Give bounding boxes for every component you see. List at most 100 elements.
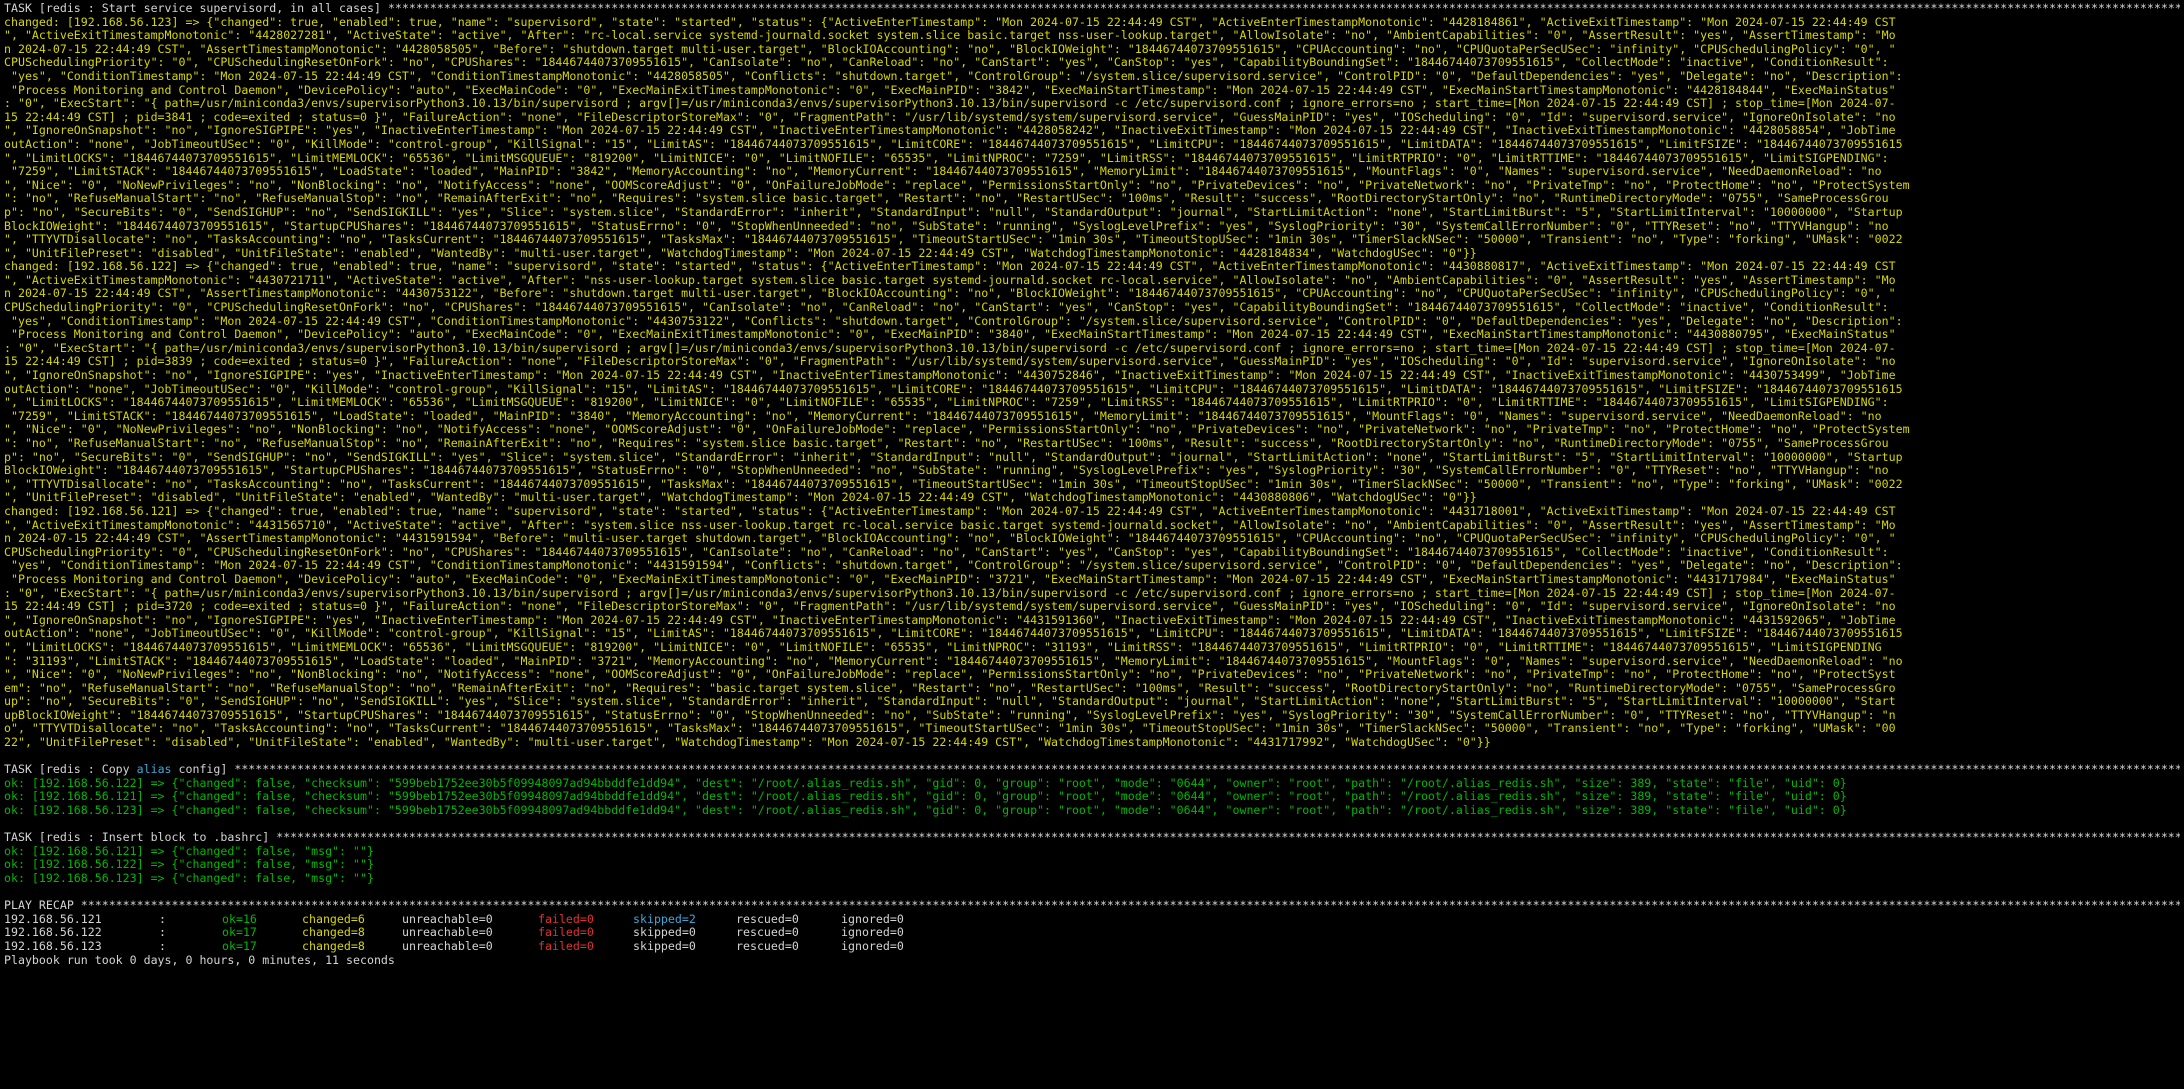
- changed-output-line: ", "ActiveExitTimestampMonotonic": "4430…: [4, 273, 1896, 287]
- task-header-prefix: TASK [redis : Copy: [4, 763, 137, 777]
- task-start-supervisord-output: changed: [192.168.56.123] => {"changed":…: [4, 16, 2180, 750]
- changed-output-line: n 2024-07-15 22:44:49 CST", "AssertTimes…: [4, 287, 1896, 301]
- changed-output-line: "yes", "ConditionTimestamp": "Mon 2024-0…: [4, 559, 1903, 573]
- recap-separator: :: [159, 926, 173, 940]
- changed-output-line: ", "IgnoreOnSnapshot": "no", "IgnoreSIGP…: [4, 613, 1896, 627]
- changed-output-line: 22", "UnitFilePreset": "disabled", "Unit…: [4, 736, 1491, 750]
- changed-output-line: ", "Nice": "0", "NoNewPrivileges": "no",…: [4, 668, 1896, 682]
- recap-host: 192.168.56.122:: [4, 926, 222, 940]
- recap-ok-count: ok=17: [222, 926, 257, 940]
- changed-output-line: upBlockIOWeight": "18446744073709551615"…: [4, 708, 1896, 722]
- changed-output-line: ", "UnitFilePreset": "disabled", "UnitFi…: [4, 491, 1477, 505]
- changed-output-line: : "0", "ExecStart": "{ path=/usr/minicon…: [4, 586, 1896, 600]
- changed-output-line: 15 22:44:49 CST] ; pid=3841 ; code=exite…: [4, 110, 1896, 124]
- changed-output-line: outAction": "none", "JobTimeoutUSec": "0…: [4, 627, 1903, 641]
- changed-output-line: ", "LimitLOCKS": "18446744073709551615",…: [4, 396, 1889, 410]
- changed-output-line: ", "UnitFilePreset": "disabled", "UnitFi…: [4, 246, 1477, 260]
- changed-output-line: ": "31193", "LimitSTACK": "1844674407370…: [4, 654, 1903, 668]
- changed-output-line: BlockIOWeight": "18446744073709551615", …: [4, 219, 1889, 233]
- changed-output-line: n 2024-07-15 22:44:49 CST", "AssertTimes…: [4, 532, 1896, 546]
- task-insert-block-output: ok: [192.168.56.121] => {"changed": fals…: [4, 845, 2180, 886]
- changed-output-line: "Process Monitoring and Control Daemon",…: [4, 328, 1896, 342]
- recap-unreachable-count: unreachable=0: [402, 939, 493, 953]
- changed-output-line: ": "no", "RefuseManualStart": "no", "Ref…: [4, 192, 1889, 206]
- changed-output-line: up": "no", "SecureBits": "0", "SendSIGHU…: [4, 695, 1896, 709]
- recap-rescued-count: rescued=0: [736, 926, 799, 940]
- recap-host-text: 192.168.56.121: [4, 912, 102, 926]
- recap-separator: :: [159, 939, 173, 953]
- changed-output-line: ", "ActiveExitTimestampMonotonic": "4431…: [4, 518, 1896, 532]
- recap-ignored-count: ignored=0: [841, 912, 904, 926]
- recap-failed-count: failed=0: [538, 912, 594, 926]
- changed-output-line: n 2024-07-15 22:44:49 CST", "AssertTimes…: [4, 42, 1896, 56]
- changed-output-line: 15 22:44:49 CST] ; pid=3720 ; code=exite…: [4, 600, 1896, 614]
- recap-host: 192.168.56.121:: [4, 913, 222, 927]
- changed-output-line: "Process Monitoring and Control Daemon",…: [4, 83, 1896, 97]
- changed-output-line: ", "IgnoreOnSnapshot": "no", "IgnoreSIGP…: [4, 124, 1896, 138]
- changed-output-line: ", "LimitLOCKS": "18446744073709551615",…: [4, 640, 1882, 654]
- recap-rescued-count: rescued=0: [736, 939, 799, 953]
- task-copy-alias-output: ok: [192.168.56.122] => {"changed": fals…: [4, 777, 2180, 818]
- changed-output-line: "yes", "ConditionTimestamp": "Mon 2024-0…: [4, 69, 1903, 83]
- play-recap-header: PLAY RECAP *****************************…: [4, 899, 2180, 913]
- ok-output-line: ok: [192.168.56.123] => {"changed": fals…: [4, 804, 1847, 818]
- recap-separator: :: [159, 912, 173, 926]
- changed-output-line: CPUSchedulingPriority": "0", "CPUSchedul…: [4, 56, 1889, 70]
- changed-output-line: p": "no", "SecureBits": "0", "SendSIGHUP…: [4, 450, 1903, 464]
- recap-row: 192.168.56.121: ok=16 changed=6 unreachabl…: [4, 913, 2180, 927]
- recap-host: 192.168.56.123:: [4, 940, 222, 954]
- ok-output-line: ok: [192.168.56.123] => {"changed": fals…: [4, 872, 374, 885]
- ok-output-line: ok: [192.168.56.122] => {"changed": fals…: [4, 858, 374, 872]
- recap-skipped-count: skipped=0: [633, 939, 696, 953]
- recap-rescued-count: rescued=0: [736, 912, 799, 926]
- terminal-output[interactable]: TASK [redis : Start service supervisord,…: [0, 0, 2184, 1089]
- changed-output-line: CPUSchedulingPriority": "0", "CPUSchedul…: [4, 545, 1889, 559]
- changed-output-line: ", "IgnoreOnSnapshot": "no", "IgnoreSIGP…: [4, 369, 1896, 383]
- ok-output-line: ok: [192.168.56.121] => {"changed": fals…: [4, 844, 374, 858]
- changed-output-line: changed: [192.168.56.121] => {"changed":…: [4, 504, 1896, 518]
- ok-output-line: ok: [192.168.56.121] => {"changed": fals…: [4, 790, 1847, 804]
- changed-output-line: CPUSchedulingPriority": "0", "CPUSchedul…: [4, 301, 1889, 315]
- task-header-insert-block: TASK [redis : Insert block to .bashrc] *…: [4, 831, 2180, 845]
- changed-output-line: ", "Nice": "0", "NoNewPrivileges": "no",…: [4, 178, 1910, 192]
- changed-output-line: p": "no", "SecureBits": "0", "SendSIGHUP…: [4, 205, 1903, 219]
- changed-output-line: "7259", "LimitSTACK": "18446744073709551…: [4, 165, 1882, 179]
- recap-changed-count: changed=8: [302, 939, 365, 953]
- changed-output-line: ", "ActiveExitTimestampMonotonic": "4428…: [4, 29, 1896, 43]
- recap-host-text: 192.168.56.123: [4, 939, 102, 953]
- recap-row: 192.168.56.123: ok=17 changed=8 unreachabl…: [4, 940, 2180, 954]
- recap-ok-count: ok=17: [222, 939, 257, 953]
- playbook-runtime-footer: Playbook run took 0 days, 0 hours, 0 min…: [4, 953, 395, 967]
- changed-output-line: outAction": "none", "JobTimeoutUSec": "0…: [4, 137, 1903, 151]
- task-header-suffix: config] ********************************…: [171, 763, 2181, 777]
- recap-ignored-count: ignored=0: [841, 939, 904, 953]
- recap-host-text: 192.168.56.122: [4, 926, 102, 940]
- recap-ignored-count: ignored=0: [841, 926, 904, 940]
- recap-skipped-count: skipped=0: [633, 926, 696, 940]
- recap-failed-count: failed=0: [538, 939, 594, 953]
- changed-output-line: ", "TTYVTDisallocate": "no", "TasksAccou…: [4, 477, 1903, 491]
- changed-output-line: changed: [192.168.56.122] => {"changed":…: [4, 260, 1896, 274]
- changed-output-line: ", "LimitLOCKS": "18446744073709551615",…: [4, 151, 1889, 165]
- changed-output-line: : "0", "ExecStart": "{ path=/usr/minicon…: [4, 341, 1896, 355]
- changed-output-line: outAction": "none", "JobTimeoutUSec": "0…: [4, 382, 1903, 396]
- changed-output-line: : "0", "ExecStart": "{ path=/usr/minicon…: [4, 97, 1896, 111]
- recap-unreachable-count: unreachable=0: [402, 926, 493, 940]
- changed-output-line: 15 22:44:49 CST] ; pid=3839 ; code=exite…: [4, 355, 1896, 369]
- changed-output-line: em": "no", "RefuseManualStart": "no", "R…: [4, 681, 1896, 695]
- task-header-highlight-word: alias: [136, 763, 172, 777]
- recap-changed-count: changed=8: [302, 926, 365, 940]
- changed-output-line: ", "TTYVTDisallocate": "no", "TasksAccou…: [4, 233, 1903, 247]
- recap-unreachable-count: unreachable=0: [402, 912, 493, 926]
- task-header-start-supervisord: TASK [redis : Start service supervisord,…: [4, 2, 2180, 15]
- recap-changed-count: changed=6: [302, 912, 365, 926]
- changed-output-line: ", "Nice": "0", "NoNewPrivileges": "no",…: [4, 423, 1910, 437]
- changed-output-line: BlockIOWeight": "18446744073709551615", …: [4, 464, 1889, 478]
- changed-output-line: "yes", "ConditionTimestamp": "Mon 2024-0…: [4, 314, 1903, 328]
- recap-row: 192.168.56.122: ok=17 changed=8 unreachabl…: [4, 926, 2180, 940]
- play-recap-table: 192.168.56.121: ok=16 changed=6 unreachabl…: [4, 913, 2180, 954]
- ok-output-line: ok: [192.168.56.122] => {"changed": fals…: [4, 776, 1847, 790]
